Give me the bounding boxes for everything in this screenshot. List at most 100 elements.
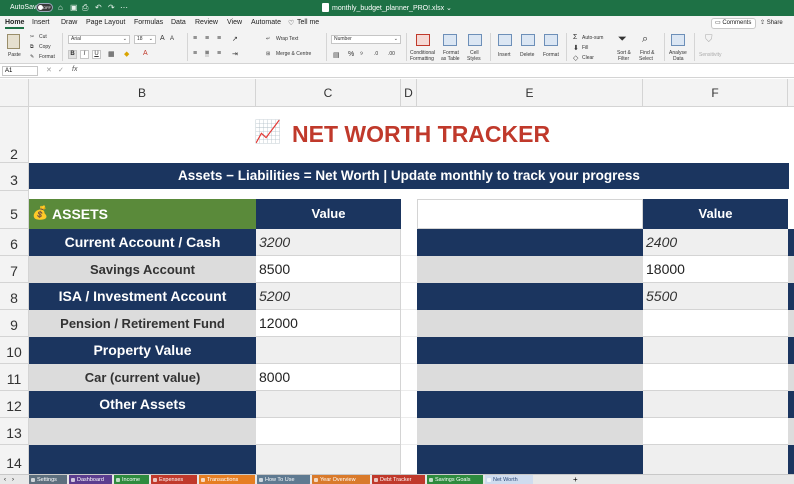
merge-icon[interactable]: ⊞ (266, 51, 270, 57)
value-header[interactable]: Value (256, 199, 401, 229)
asset-label-cell[interactable] (29, 445, 256, 475)
tab-data[interactable]: Data (171, 19, 186, 26)
liabilities-header-cell[interactable] (417, 199, 643, 229)
sheet-tab[interactable]: Expenses (151, 475, 197, 484)
conditional-formatting-icon[interactable] (416, 34, 430, 46)
tab-formulas[interactable]: Formulas (134, 19, 163, 26)
liability-value-cell[interactable]: 18000 (643, 256, 788, 283)
borders-icon[interactable]: ▦ (108, 50, 115, 58)
tab-home[interactable]: Home (5, 19, 25, 29)
cell-styles-label-2[interactable]: Styles (467, 56, 481, 62)
asset-value-cell[interactable] (256, 337, 401, 364)
sheet-tab[interactable]: Debt Tracker (372, 475, 425, 484)
asset-label-cell[interactable]: Car (current value) (29, 364, 256, 391)
format-as-table-label-2[interactable]: as Table (441, 56, 460, 62)
liability-value-cell[interactable] (643, 445, 788, 475)
gap-cell[interactable] (401, 418, 417, 445)
home-icon[interactable]: ⌂ (58, 3, 63, 12)
gap-cell[interactable] (401, 391, 417, 418)
paste-icon[interactable] (7, 34, 20, 49)
edge-cell[interactable] (788, 418, 794, 445)
nav-left-icon[interactable]: ‹ (4, 475, 6, 484)
gap-cell[interactable] (401, 256, 417, 283)
select-all-corner[interactable] (0, 79, 29, 107)
sort-filter-icon[interactable]: ⏷ (618, 33, 627, 46)
asset-value-cell[interactable] (256, 391, 401, 418)
copy-icon[interactable]: ⧉ (30, 44, 34, 50)
column-header-g[interactable] (788, 79, 794, 107)
sheet-tab[interactable]: How To Use (257, 475, 310, 484)
subtitle-banner[interactable]: Assets − Liabilities = Net Worth | Updat… (29, 163, 789, 189)
liability-value-cell[interactable] (643, 364, 788, 391)
row-header-3[interactable]: 3 (0, 163, 29, 191)
sheet-tab[interactable]: Savings Goals (427, 475, 483, 484)
liability-label-cell[interactable] (417, 229, 643, 256)
liability-label-cell[interactable] (417, 256, 643, 283)
tab-insert[interactable]: Insert (32, 19, 50, 26)
format-painter-icon[interactable]: ✎ (30, 54, 34, 60)
liability-label-cell[interactable] (417, 310, 643, 337)
sheet-tab[interactable]: Year Overview (312, 475, 370, 484)
liability-value-cell[interactable] (643, 418, 788, 445)
comma-icon[interactable]: ⁹ (360, 51, 363, 58)
asset-label-cell[interactable]: Property Value (29, 337, 256, 364)
cut-label[interactable]: Cut (39, 34, 47, 40)
conditional-formatting-label-2[interactable]: Formatting (410, 56, 434, 62)
sensitivity-label[interactable]: Sensitivity (699, 52, 722, 58)
sheet-tab[interactable]: Dashboard (69, 475, 112, 484)
row-header-9[interactable]: 9 (0, 310, 29, 337)
align-top-icon[interactable]: ≡ (193, 35, 197, 42)
row-header-12[interactable]: 12 (0, 391, 29, 418)
insert-label[interactable]: Insert (498, 52, 511, 58)
font-color-icon[interactable]: A (143, 50, 148, 57)
liability-label-cell[interactable] (417, 391, 643, 418)
asset-value-cell[interactable]: 8500 (256, 256, 401, 283)
fill-label[interactable]: Fill (582, 45, 588, 51)
fx-label[interactable]: fx (72, 66, 77, 73)
font-size-select[interactable]: 18 ⌄ (134, 35, 156, 44)
row-header-2[interactable]: 2 (0, 107, 29, 163)
liability-value-cell[interactable]: 5500 (643, 283, 788, 310)
liability-label-cell[interactable] (417, 445, 643, 475)
align-bottom-icon[interactable]: ≡ (217, 35, 221, 42)
liability-value-cell[interactable]: 2400 (643, 229, 788, 256)
merge-centre-label[interactable]: Merge & Centre (276, 51, 311, 57)
fill-icon[interactable]: ⬇ (573, 44, 579, 52)
asset-label-cell[interactable] (29, 418, 256, 445)
row-header-8[interactable]: 8 (0, 283, 29, 310)
autosave-toggle[interactable]: OFF (36, 3, 53, 12)
sensitivity-icon[interactable]: ⛉ (705, 34, 713, 45)
redo-icon[interactable]: ↷ (108, 3, 115, 12)
asset-label-cell[interactable]: Pension / Retirement Fund (29, 310, 256, 337)
edge-cell[interactable] (788, 364, 794, 391)
tab-view[interactable]: View (227, 19, 242, 26)
edge-cell[interactable] (788, 310, 794, 337)
sheet-tab[interactable]: Settings (29, 475, 67, 484)
row-header-14[interactable]: 14 (0, 445, 29, 475)
value-header-right[interactable]: Value (643, 199, 788, 229)
sheet-title[interactable]: NET WORTH TRACKER (292, 121, 550, 148)
liability-label-cell[interactable] (417, 364, 643, 391)
row-header-7[interactable]: 7 (0, 256, 29, 283)
grow-font-icon[interactable]: A (160, 35, 165, 42)
wrap-icon[interactable]: ↵ (266, 36, 270, 42)
analyse-data-label-2[interactable]: Data (673, 56, 684, 62)
asset-value-cell[interactable] (256, 418, 401, 445)
analyse-data-icon[interactable] (671, 34, 685, 46)
delete-cells-icon[interactable] (521, 34, 535, 46)
column-header-b[interactable]: B (29, 79, 256, 107)
asset-label-cell[interactable]: Current Account / Cash (29, 229, 256, 256)
autosum-icon[interactable]: Σ (573, 34, 577, 41)
chevron-down-icon[interactable]: ⌄ (446, 5, 452, 12)
comments-button[interactable]: ▭ Comments (711, 18, 756, 29)
align-center-icon[interactable]: ≡ (205, 50, 210, 57)
copy-label[interactable]: Copy (39, 44, 51, 50)
decrease-decimal-icon[interactable]: .00 (388, 51, 395, 57)
gap-cell[interactable] (401, 445, 417, 475)
edge-cell[interactable] (788, 391, 794, 418)
insert-cells-icon[interactable] (498, 34, 512, 46)
bold-button[interactable]: B (68, 50, 77, 59)
undo-icon[interactable]: ↶ (95, 3, 102, 12)
sheet-tab[interactable]: Income (114, 475, 149, 484)
cell-styles-icon[interactable] (468, 34, 482, 46)
